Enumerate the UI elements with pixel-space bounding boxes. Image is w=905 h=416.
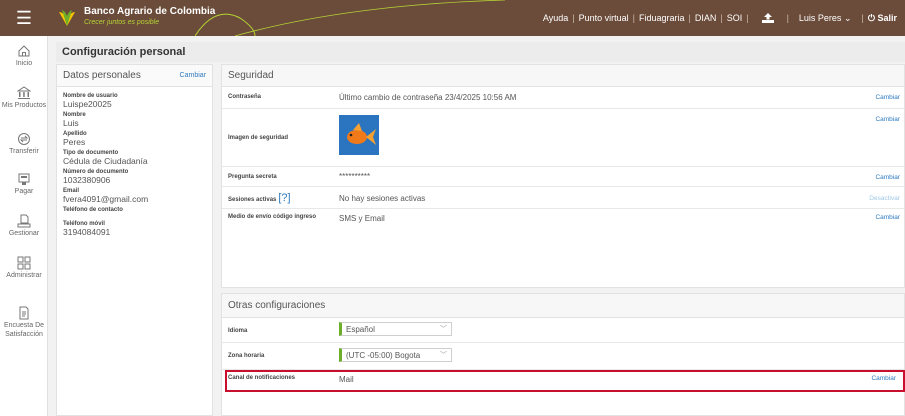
sidebar-item-mis-productos[interactable]: Mis Productos bbox=[0, 86, 48, 111]
image-change-link[interactable]: Cambiar bbox=[875, 116, 900, 123]
personal-data-header: Datos personales Cambiar bbox=[57, 65, 212, 87]
pay-icon bbox=[18, 173, 30, 185]
sidebar-item-gestionar[interactable]: Gestionar bbox=[0, 214, 48, 239]
field-name: Nombre Luis bbox=[63, 112, 86, 128]
other-settings-title: Otras configuraciones bbox=[222, 294, 904, 318]
help-icon[interactable]: [?] bbox=[278, 192, 290, 204]
chevron-down-icon: ﹀ bbox=[440, 326, 447, 333]
notifications-highlight-box bbox=[225, 370, 905, 392]
transfer-icon bbox=[18, 133, 30, 145]
nav-punto-virtual[interactable]: Punto virtual bbox=[579, 13, 629, 23]
content-gutter bbox=[48, 36, 56, 416]
chevron-down-icon: ⌄ bbox=[843, 12, 852, 23]
row-active-sessions: Sesiones activas [?] No hay sesiones acti… bbox=[222, 187, 904, 209]
security-image bbox=[339, 115, 379, 155]
field-mobile: Teléfono móvil 3194084091 bbox=[63, 221, 111, 237]
upload-icon[interactable] bbox=[761, 12, 775, 24]
row-login-code: Medio de envío código ingreso SMS y Emai… bbox=[228, 214, 900, 223]
field-username: Nombre de usuario Luispe20025 bbox=[63, 93, 118, 109]
field-email: Email fvera4091@gmail.com bbox=[63, 188, 149, 204]
row-language: Idioma Español ﹀ bbox=[222, 318, 904, 343]
field-doc-number: Número de documento 1032380906 bbox=[63, 169, 129, 185]
deactivate-link[interactable]: Desactivar bbox=[869, 195, 900, 202]
brand-logo bbox=[59, 10, 75, 26]
page-title: Configuración personal bbox=[62, 46, 186, 58]
header-decoration bbox=[195, 0, 506, 36]
row-password: Contraseña Último cambio de contraseña 2… bbox=[222, 87, 904, 109]
security-panel: Seguridad Contraseña Último cambio de co… bbox=[221, 64, 905, 288]
survey-icon bbox=[19, 306, 29, 320]
personal-data-change-link[interactable]: Cambiar bbox=[180, 72, 206, 79]
chevron-down-icon: ﹀ bbox=[440, 352, 447, 359]
field-doc-type: Tipo de documento Cédula de Ciudadanía bbox=[63, 150, 148, 166]
sidebar-item-inicio[interactable]: Inicio bbox=[0, 44, 48, 69]
secret-change-link[interactable]: Cambiar bbox=[875, 174, 900, 181]
nav-soi[interactable]: SOI bbox=[727, 13, 743, 23]
top-nav: Ayuda | Punto virtual | Fiduagraria | DIAN |… bbox=[542, 12, 897, 24]
top-bar: ☰ Banco Agrario de Colombia Crecer junto… bbox=[0, 0, 905, 36]
other-settings-panel: Otras configuraciones Idioma Español ﹀ Zo… bbox=[221, 293, 905, 416]
personal-data-panel: Datos personales Cambiar Nombre de usuar… bbox=[56, 64, 213, 416]
user-menu[interactable]: Luis Peres ⌄ bbox=[799, 13, 852, 24]
personal-data-title: Datos personales bbox=[63, 70, 141, 81]
timezone-select[interactable]: (UTC -05:00) Bogota ﹀ bbox=[339, 348, 452, 362]
hamburger-icon[interactable]: ☰ bbox=[0, 0, 48, 36]
field-contact-phone: Teléfono de contacto bbox=[63, 207, 123, 213]
logout-button[interactable]: ⏻ Salir bbox=[868, 13, 897, 24]
sidebar-item-encuesta[interactable]: Encuesta De Satisfacción bbox=[0, 306, 48, 340]
language-select[interactable]: Español ﹀ bbox=[339, 322, 452, 336]
nav-dian[interactable]: DIAN bbox=[695, 13, 717, 23]
brand-slogan: Crecer juntos es posible bbox=[84, 19, 160, 26]
row-secret-question: Pregunta secreta ********** Cambiar bbox=[222, 167, 904, 187]
sidebar: Inicio Mis Productos Transferir Pagar Ge… bbox=[0, 36, 48, 416]
security-title: Seguridad bbox=[222, 65, 904, 87]
code-change-link[interactable]: Cambiar bbox=[875, 214, 900, 221]
password-change-link[interactable]: Cambiar bbox=[875, 94, 900, 101]
power-icon: ⏻ bbox=[867, 12, 875, 23]
sidebar-item-administrar[interactable]: Administrar bbox=[0, 256, 48, 281]
home-icon bbox=[18, 45, 30, 57]
bank-icon bbox=[17, 86, 31, 99]
grid-icon bbox=[17, 256, 31, 270]
row-timezone: Zona horaria (UTC -05:00) Bogota ﹀ bbox=[222, 343, 904, 370]
field-lastname: Apellido Peres bbox=[63, 131, 87, 147]
nav-fiduagraria[interactable]: Fiduagraria bbox=[639, 13, 685, 23]
manage-icon bbox=[17, 214, 31, 228]
nav-ayuda[interactable]: Ayuda bbox=[543, 13, 568, 23]
sidebar-item-transferir[interactable]: Transferir bbox=[0, 132, 48, 157]
goldfish-icon bbox=[339, 115, 379, 155]
sidebar-item-pagar[interactable]: Pagar bbox=[0, 172, 48, 197]
row-security-image: Imagen de seguridad Cambiar bbox=[222, 109, 904, 167]
